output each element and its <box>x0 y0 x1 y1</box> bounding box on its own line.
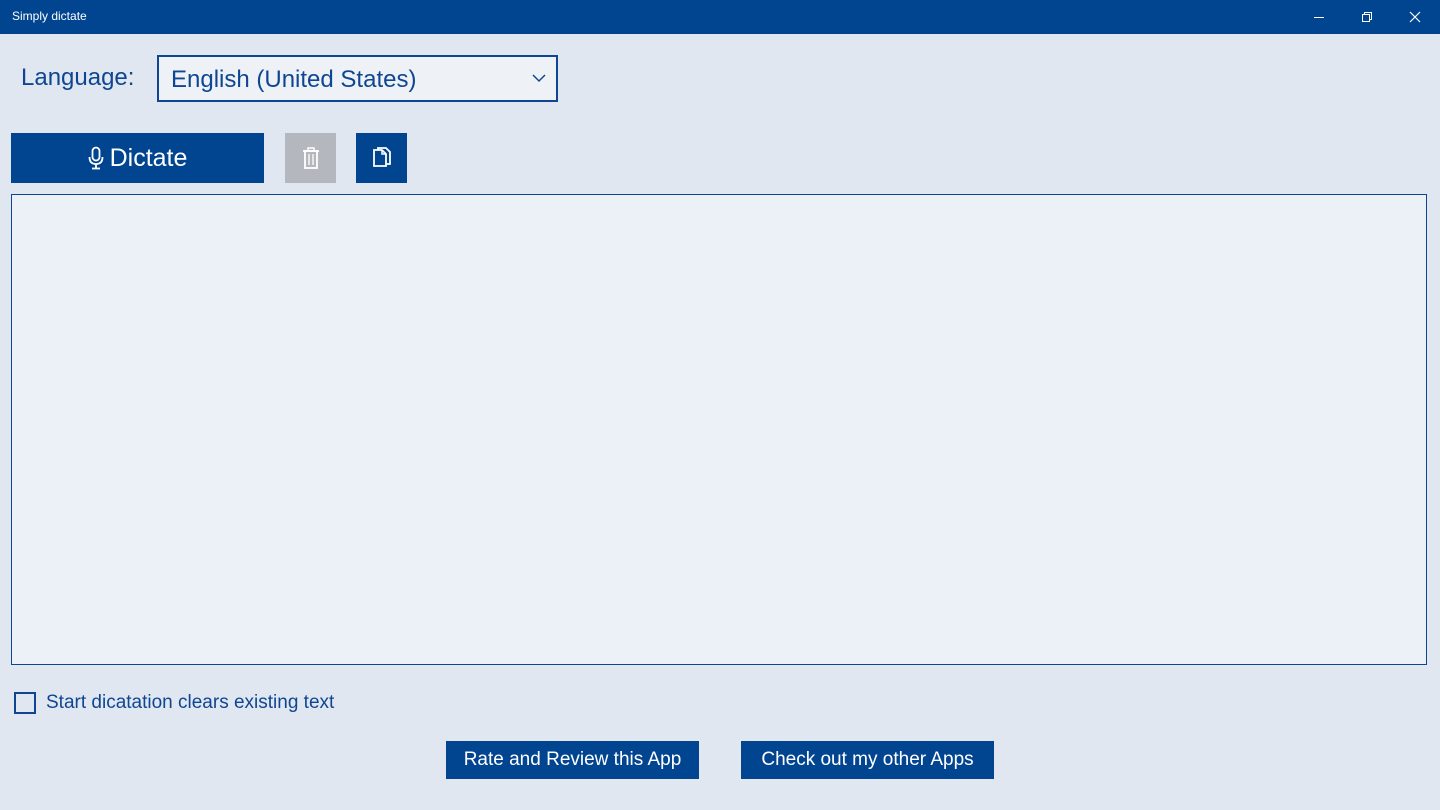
language-label: Language: <box>21 64 135 91</box>
window-title: Simply dictate <box>12 9 87 23</box>
microphone-icon <box>88 146 103 170</box>
language-selected-value: English (United States) <box>171 66 417 93</box>
minimize-icon <box>1314 17 1324 18</box>
clear-on-start-checkbox[interactable] <box>14 692 36 714</box>
dictate-label: Dictate <box>109 143 188 172</box>
minimize-button[interactable] <box>1296 0 1342 34</box>
other-apps-button[interactable]: Check out my other Apps <box>741 741 994 779</box>
close-icon <box>1409 11 1421 23</box>
dictate-button[interactable]: Dictate <box>11 133 264 183</box>
trash-icon <box>302 147 319 169</box>
clear-on-start-option[interactable]: Start dicatation clears existing text <box>14 692 334 714</box>
dictation-text-area[interactable] <box>11 194 1427 665</box>
copy-button[interactable] <box>356 133 407 183</box>
clear-on-start-label: Start dicatation clears existing text <box>46 692 335 713</box>
close-button[interactable] <box>1392 0 1438 34</box>
rate-review-button[interactable]: Rate and Review this App <box>446 741 699 779</box>
copy-icon <box>372 147 391 167</box>
chevron-down-icon <box>532 74 546 83</box>
restore-icon <box>1362 12 1372 22</box>
title-bar: Simply dictate <box>0 0 1440 34</box>
restore-button[interactable] <box>1344 0 1390 34</box>
delete-button[interactable] <box>285 133 336 183</box>
language-dropdown[interactable]: English (United States) <box>157 55 558 102</box>
